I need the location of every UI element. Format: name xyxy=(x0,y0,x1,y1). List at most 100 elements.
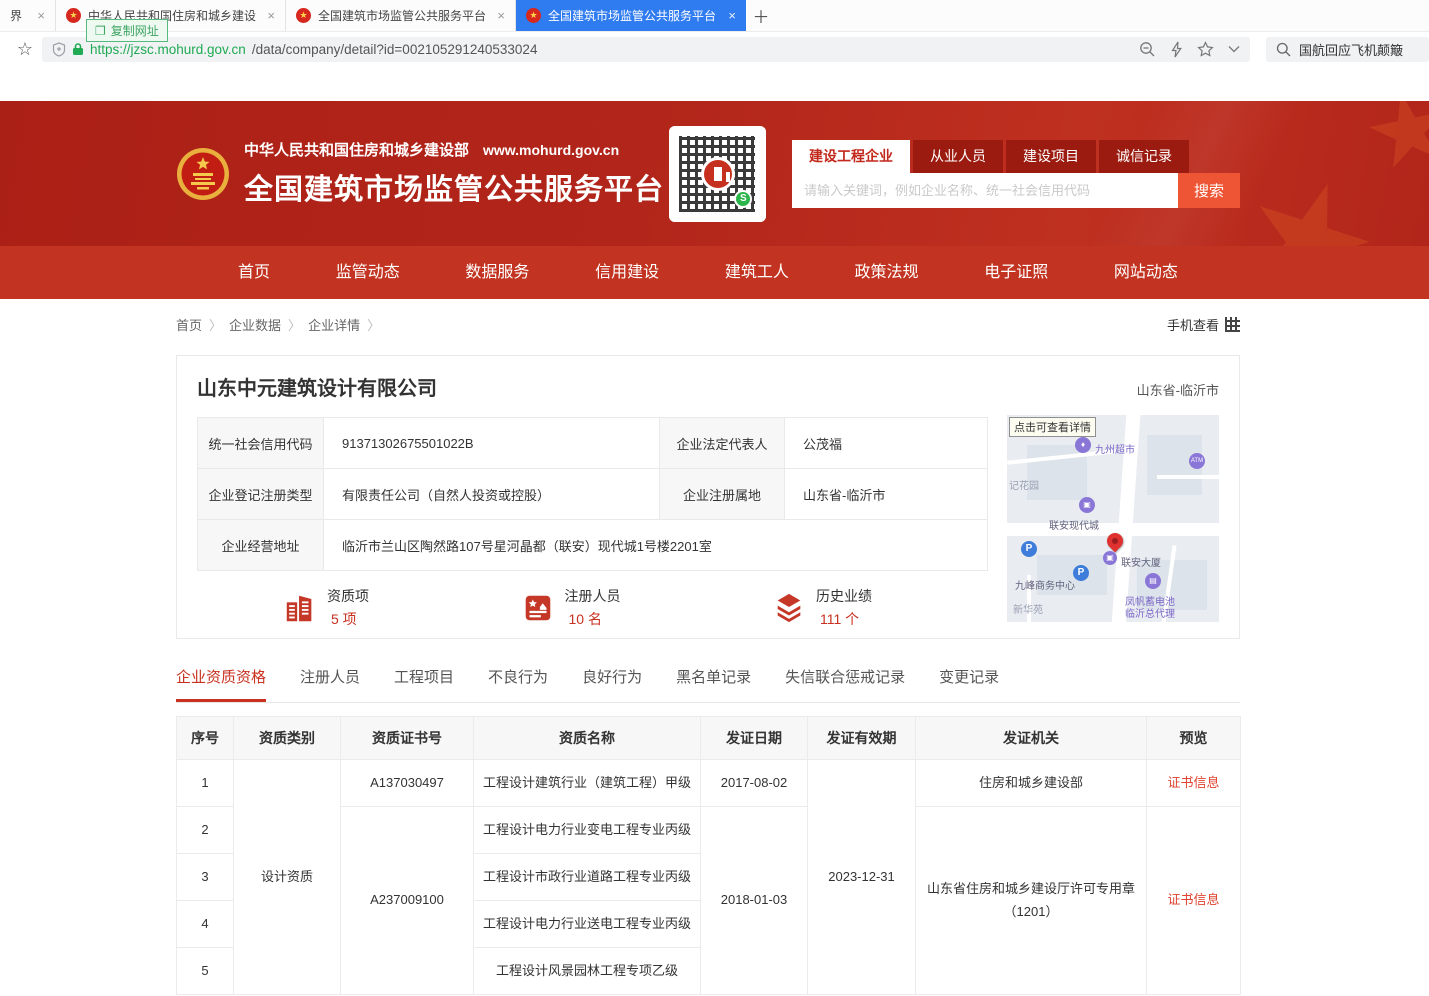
tab-dishonesty[interactable]: 失信联合惩戒记录 xyxy=(785,666,905,702)
browser-tab[interactable]: 界 × xyxy=(0,0,56,31)
copy-icon: ❐ xyxy=(95,24,106,38)
reg-type-label: 企业登记注册类型 xyxy=(198,469,324,520)
breadcrumb-company-data[interactable]: 企业数据 xyxy=(229,315,281,334)
secure-lock-icon xyxy=(72,42,84,56)
stat-history-performance[interactable]: 历史业绩 111 个 xyxy=(772,586,872,629)
layers-icon xyxy=(772,591,806,625)
map-atm-icon: ATM xyxy=(1189,453,1205,469)
chevron-down-icon[interactable] xyxy=(1228,45,1240,53)
nav-credit[interactable]: 信用建设 xyxy=(595,246,659,299)
company-location-map[interactable]: ♦ 九州超市 ATM 记花园 ▣ 联安现代城 P P ▣ 联安大厦 九峰商务中心… xyxy=(1007,415,1219,622)
tab-registered-personnel[interactable]: 注册人员 xyxy=(300,666,360,702)
mobile-view-label: 手机查看 xyxy=(1167,315,1219,334)
close-icon[interactable]: × xyxy=(267,8,275,23)
breadcrumb-separator: 〉 xyxy=(367,315,380,334)
tab-title: 全国建筑市场监管公共服务平台 xyxy=(548,7,720,24)
cell-name: 工程设计风景园林工程专项乙级 xyxy=(474,948,701,995)
col-sn: 序号 xyxy=(177,717,234,760)
favorite-star-icon[interactable] xyxy=(1197,41,1214,58)
close-icon[interactable]: × xyxy=(37,8,45,23)
search-tab-personnel[interactable]: 从业人员 xyxy=(913,140,1003,173)
header-search-panel: 建设工程企业 从业人员 建设项目 诚信记录 搜索 xyxy=(792,140,1240,208)
search-button[interactable]: 搜索 xyxy=(1178,173,1240,208)
stat-qualifications[interactable]: 资质项 5 项 xyxy=(283,586,369,629)
mobile-view-button[interactable]: 手机查看 xyxy=(1167,315,1240,334)
cell-sn: 3 xyxy=(177,854,234,901)
tab-change-records[interactable]: 变更记录 xyxy=(939,666,999,702)
col-issue-date: 发证日期 xyxy=(701,717,808,760)
tab-bad-behavior[interactable]: 不良行为 xyxy=(488,666,548,702)
stat-label: 资质项 xyxy=(327,586,369,606)
reg-type-value: 有限责任公司（自然人投资或控股） xyxy=(324,469,660,520)
map-tooltip: 点击可查看详情 xyxy=(1009,417,1096,437)
nav-policy[interactable]: 政策法规 xyxy=(855,246,919,299)
browser-tab-bar: 界 × ★ 中华人民共和国住房和城乡建设 × ★ 全国建筑市场监管公共服务平台 … xyxy=(0,0,1429,32)
map-parking-icon: P xyxy=(1021,541,1037,557)
browser-hot-search[interactable]: 国航回应飞机颠簸 xyxy=(1266,37,1429,62)
domicile-label: 企业注册属地 xyxy=(660,469,785,520)
cell-sn: 4 xyxy=(177,901,234,948)
map-poi-icon: ♦ xyxy=(1075,437,1091,453)
stat-registered-personnel[interactable]: 注册人员 10 名 xyxy=(521,586,621,629)
lightning-icon[interactable] xyxy=(1170,41,1183,58)
tab-projects[interactable]: 工程项目 xyxy=(394,666,454,702)
cell-cert-no: A237009100 xyxy=(341,807,474,995)
nav-data-service[interactable]: 数据服务 xyxy=(465,246,529,299)
company-name: 山东中元建筑设计有限公司 xyxy=(197,372,437,401)
certificate-info-link[interactable]: 证书信息 xyxy=(1167,775,1219,790)
nav-site-news[interactable]: 网站动态 xyxy=(1114,246,1178,299)
ministry-name: 中华人民共和国住房和城乡建设部 xyxy=(244,139,469,160)
browser-tab-active[interactable]: ★ 全国建筑市场监管公共服务平台 × xyxy=(516,0,746,31)
tab-qualifications[interactable]: 企业资质资格 xyxy=(176,666,266,702)
tab-blacklist[interactable]: 黑名单记录 xyxy=(676,666,751,702)
nav-home[interactable]: 首页 xyxy=(238,246,270,299)
address-value: 临沂市兰山区陶然路107号星河晶都（联安）现代城1号楼2201室 xyxy=(324,520,988,571)
col-cert-no: 资质证书号 xyxy=(341,717,474,760)
cell-sn: 2 xyxy=(177,807,234,854)
nav-e-cert[interactable]: 电子证照 xyxy=(984,246,1048,299)
new-tab-button[interactable]: ＋ xyxy=(746,0,776,31)
cell-name: 工程设计建筑行业（建筑工程）甲级 xyxy=(474,760,701,807)
stat-value: 111 个 xyxy=(816,609,872,629)
close-icon[interactable]: × xyxy=(497,8,505,23)
emblem-favicon-icon: ★ xyxy=(526,8,541,23)
table-header-row: 序号 资质类别 资质证书号 资质名称 发证日期 发证有效期 发证机关 预览 xyxy=(177,717,1241,760)
breadcrumb-separator: 〉 xyxy=(288,315,301,334)
tab-title: 界 xyxy=(10,7,29,24)
breadcrumb-separator: 〉 xyxy=(209,315,222,334)
shield-plus-icon[interactable] xyxy=(52,42,66,57)
main-nav: 首页 监管动态 数据服务 信用建设 建筑工人 政策法规 电子证照 网站动态 xyxy=(0,246,1429,299)
cell-name: 工程设计电力行业变电工程专业丙级 xyxy=(474,807,701,854)
hot-search-text: 国航回应飞机颠簸 xyxy=(1299,40,1403,59)
search-tab-project[interactable]: 建设项目 xyxy=(1006,140,1096,173)
zoom-out-icon[interactable] xyxy=(1139,41,1156,58)
keyword-search-input[interactable] xyxy=(792,173,1178,208)
tab-title: 全国建筑市场监管公共服务平台 xyxy=(318,7,489,24)
map-label: 临沂总代理 xyxy=(1125,605,1175,620)
browser-tab[interactable]: ★ 全国建筑市场监管公共服务平台 × xyxy=(286,0,516,31)
address-field[interactable]: https://jzsc.mohurd.gov.cn/data/company/… xyxy=(42,37,1250,62)
nav-supervision[interactable]: 监管动态 xyxy=(336,246,400,299)
map-label: 新华苑 xyxy=(1013,601,1043,616)
legal-rep-value: 公茂福 xyxy=(785,418,988,469)
cell-issue-date: 2017-08-02 xyxy=(701,760,808,807)
map-poi-icon: ▣ xyxy=(1079,497,1095,513)
map-poi-icon: ▤ xyxy=(1145,573,1161,589)
wechat-icon xyxy=(734,190,752,208)
url-path-part: /data/company/detail?id=0021052912405330… xyxy=(252,42,538,57)
cell-authority: 山东省住房和城乡建设厅许可专用章（1201） xyxy=(916,807,1147,995)
tab-good-behavior[interactable]: 良好行为 xyxy=(582,666,642,702)
certificate-info-link[interactable]: 证书信息 xyxy=(1167,892,1219,907)
col-validity: 发证有效期 xyxy=(808,717,916,760)
search-tab-credit[interactable]: 诚信记录 xyxy=(1099,140,1189,173)
nav-workers[interactable]: 建筑工人 xyxy=(725,246,789,299)
cell-sn: 5 xyxy=(177,948,234,995)
close-icon[interactable]: × xyxy=(728,8,736,23)
breadcrumb-company-detail[interactable]: 企业详情 xyxy=(308,315,360,334)
breadcrumb-home[interactable]: 首页 xyxy=(176,315,202,334)
bookmark-star-icon[interactable]: ☆ xyxy=(8,39,42,60)
search-tab-enterprise[interactable]: 建设工程企业 xyxy=(792,140,910,173)
browser-chrome: 界 × ★ 中华人民共和国住房和城乡建设 × ★ 全国建筑市场监管公共服务平台 … xyxy=(0,0,1429,66)
site-brand[interactable]: 中华人民共和国住房和城乡建设部 www.mohurd.gov.cn 全国建筑市场… xyxy=(176,139,664,208)
map-label: 九峰商务中心 xyxy=(1015,577,1075,592)
